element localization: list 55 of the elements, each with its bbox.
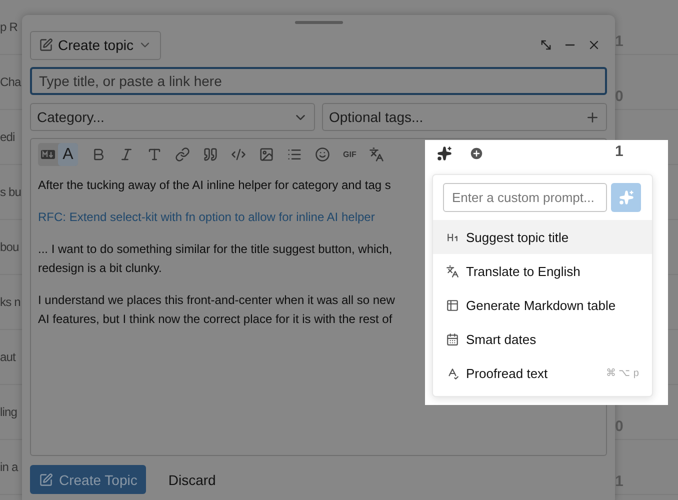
create-topic-button[interactable]: Create Topic xyxy=(30,465,146,494)
markdown-icon xyxy=(41,150,55,159)
smiley-icon[interactable] xyxy=(315,147,330,162)
menu-item[interactable]: Translate to English xyxy=(433,254,652,288)
menu-item[interactable]: Proofread text ⌘ ⌥ p xyxy=(433,356,652,390)
topic-title[interactable]: s bu xyxy=(0,185,22,199)
translate-icon[interactable] xyxy=(369,147,384,162)
reply-count: 1 xyxy=(615,142,624,160)
italic-icon[interactable] xyxy=(119,147,134,162)
calendar-icon xyxy=(446,332,459,346)
pen-icon xyxy=(39,472,53,486)
topic-title[interactable]: ks n xyxy=(0,295,22,309)
spell-check-icon xyxy=(446,366,459,380)
topic-title[interactable]: aut xyxy=(0,350,22,364)
tags-select[interactable]: Optional tags... xyxy=(322,103,607,131)
plus-icon xyxy=(585,110,600,124)
category-select[interactable]: Category... xyxy=(30,103,315,131)
translate-icon xyxy=(446,264,459,278)
code-icon[interactable] xyxy=(231,147,246,162)
topic-title[interactable]: in a xyxy=(0,460,22,474)
discard-button[interactable]: Discard xyxy=(160,472,224,488)
paragraph: After the tucking away of the AI inline helper for category and tag s xyxy=(38,177,391,194)
title-field[interactable]: Type title, or paste a link here xyxy=(30,67,607,95)
list-icon[interactable] xyxy=(287,147,302,162)
quote-icon[interactable] xyxy=(203,147,218,162)
topic-title[interactable]: bou xyxy=(0,240,22,254)
table-icon xyxy=(446,298,459,312)
expand-button[interactable] xyxy=(539,38,553,52)
prompt-field[interactable]: Enter a custom prompt... xyxy=(443,183,607,212)
link-icon[interactable] xyxy=(175,147,190,162)
action-dropdown[interactable]: Create topic xyxy=(30,30,162,60)
heading-icon xyxy=(446,230,459,244)
menu-item[interactable]: Suggest topic title xyxy=(433,220,652,254)
sparkle-icon xyxy=(618,190,634,205)
image-icon[interactable] xyxy=(259,147,274,162)
topic-link[interactable]: RFC: Extend select-kit with fn option to allow for inline AI helper xyxy=(38,208,375,227)
sparkle-icon[interactable] xyxy=(437,146,452,161)
gif-button[interactable]: GIF xyxy=(343,150,356,159)
topic-title[interactable]: p R xyxy=(0,20,22,34)
pen-icon xyxy=(39,38,53,52)
paragraph: ... I want to do something similar for the title suggest button, which, redesign is a bit clunky. xyxy=(38,241,392,277)
add-icon[interactable] xyxy=(469,146,484,161)
mode-toggle[interactable]: A xyxy=(38,143,78,166)
topic-title[interactable]: edi xyxy=(0,130,22,144)
topic-title[interactable]: Cha xyxy=(0,75,22,89)
paragraph: I understand we places this front-and-center when it was all so new AI features, but I think now the correct place for it is with the rest of xyxy=(38,292,395,328)
bold-icon[interactable] xyxy=(91,147,106,162)
shortcut-hint: ⌘ ⌥ p xyxy=(606,367,639,379)
menu-item[interactable]: Smart dates xyxy=(433,322,652,356)
text-size-icon[interactable] xyxy=(147,147,162,162)
topic-title[interactable]: ling xyxy=(0,405,22,419)
drag-handle[interactable] xyxy=(294,21,342,24)
menu-item[interactable]: Generate Markdown table xyxy=(433,288,652,322)
close-button[interactable] xyxy=(587,38,601,52)
rich-text-mode-button[interactable]: A xyxy=(58,143,78,166)
